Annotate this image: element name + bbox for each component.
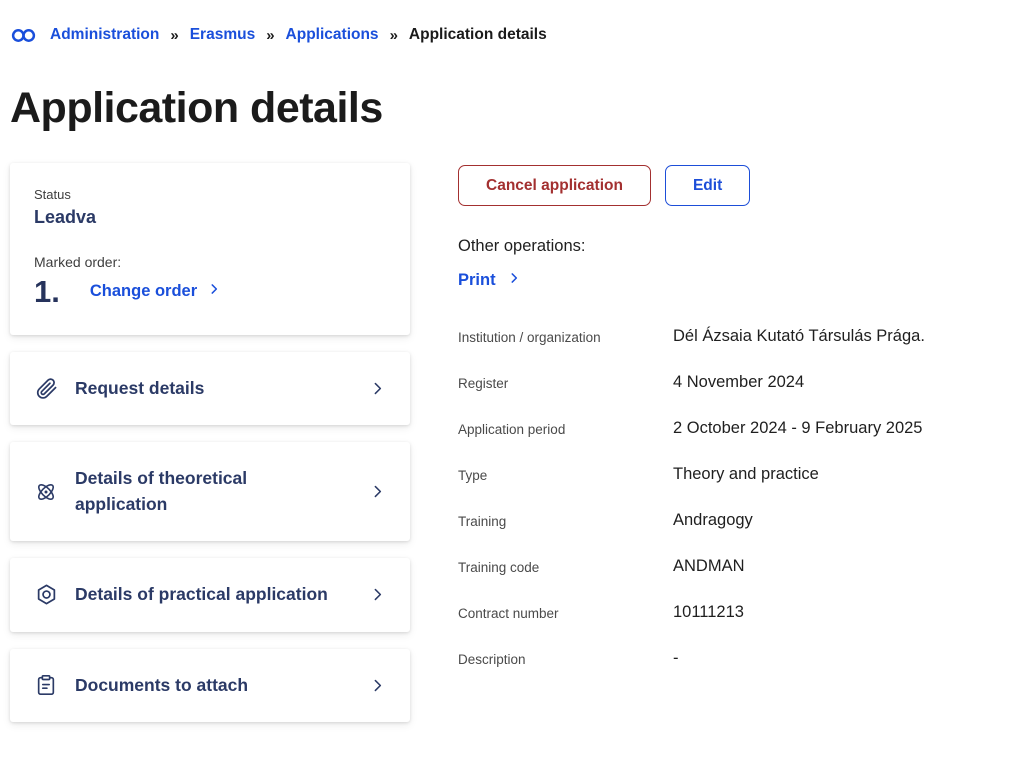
change-order-label: Change order <box>90 282 197 301</box>
detail-value: ANDMAN <box>673 557 745 576</box>
detail-row: Institution / organization Dél Ázsaia Ku… <box>458 327 1013 346</box>
chevron-right-icon <box>369 586 386 603</box>
marked-order-label: Marked order: <box>34 254 386 270</box>
detail-label: Institution / organization <box>458 327 673 345</box>
hexagon-nut-icon <box>34 583 58 607</box>
infinity-icon <box>10 27 37 44</box>
detail-value: - <box>673 649 679 668</box>
detail-value: Dél Ázsaia Kutató Társulás Prága. <box>673 327 925 346</box>
breadcrumb-separator: » <box>266 27 274 44</box>
detail-value: Theory and practice <box>673 465 819 484</box>
breadcrumb-current-application-details: Application details <box>409 26 547 44</box>
atom-icon <box>34 480 58 504</box>
action-buttons: Cancel application Edit <box>458 165 1013 206</box>
detail-value: 2 October 2024 - 9 February 2025 <box>673 419 922 438</box>
print-label: Print <box>458 271 496 290</box>
nav-card-label: Documents to attach <box>75 673 369 698</box>
nav-card-details-of-practical-application[interactable]: Details of practical application <box>10 558 410 631</box>
chevron-right-icon <box>207 282 221 301</box>
nav-card-list: Request details Details of theoretical a… <box>10 352 410 722</box>
detail-value: 4 November 2024 <box>673 373 804 392</box>
chevron-right-icon <box>369 677 386 694</box>
content: Status Leadva Marked order: 1. Change or… <box>10 163 1013 739</box>
detail-row: Training Andragogy <box>458 511 1013 530</box>
detail-label: Contract number <box>458 603 673 621</box>
left-column: Status Leadva Marked order: 1. Change or… <box>10 163 410 739</box>
breadcrumb-link-erasmus[interactable]: Erasmus <box>190 26 255 44</box>
page-title: Application details <box>10 84 1013 133</box>
marked-order-value: 1. <box>34 276 60 307</box>
detail-row: Type Theory and practice <box>458 465 1013 484</box>
details-list: Institution / organization Dél Ázsaia Ku… <box>458 327 1013 668</box>
detail-label: Application period <box>458 419 673 437</box>
status-label: Status <box>34 187 386 202</box>
status-card: Status Leadva Marked order: 1. Change or… <box>10 163 410 335</box>
breadcrumb: Administration » Erasmus » Applications » Appl… <box>10 26 1013 44</box>
detail-row: Register 4 November 2024 <box>458 373 1013 392</box>
detail-row: Training code ANDMAN <box>458 557 1013 576</box>
page: Administration » Erasmus » Applications » Appl… <box>0 0 1023 739</box>
chevron-right-icon <box>369 380 386 397</box>
print-link[interactable]: Print <box>458 271 521 290</box>
detail-row: Contract number 10111213 <box>458 603 1013 622</box>
detail-label: Training <box>458 511 673 529</box>
nav-card-documents-to-attach[interactable]: Documents to attach <box>10 649 410 722</box>
cancel-application-button[interactable]: Cancel application <box>458 165 651 206</box>
chevron-right-icon <box>507 271 521 290</box>
status-value: Leadva <box>34 207 386 228</box>
detail-label: Description <box>458 649 673 667</box>
detail-row: Application period 2 October 2024 - 9 Fe… <box>458 419 1013 438</box>
change-order-link[interactable]: Change order <box>90 282 221 301</box>
breadcrumb-link-administration[interactable]: Administration <box>50 26 159 44</box>
detail-label: Type <box>458 465 673 483</box>
right-column: Cancel application Edit Other operations… <box>458 163 1013 695</box>
nav-card-request-details[interactable]: Request details <box>10 352 410 425</box>
nav-card-label: Details of theoretical application <box>75 466 369 517</box>
breadcrumb-separator: » <box>170 27 178 44</box>
paperclip-icon <box>34 377 58 401</box>
nav-card-details-of-theoretical-application[interactable]: Details of theoretical application <box>10 442 410 541</box>
nav-card-label: Request details <box>75 376 369 401</box>
marked-order-row: 1. Change order <box>34 276 386 307</box>
detail-value: Andragogy <box>673 511 753 530</box>
other-operations-label: Other operations: <box>458 237 1013 256</box>
detail-row: Description - <box>458 649 1013 668</box>
detail-label: Register <box>458 373 673 391</box>
detail-value: 10111213 <box>673 603 744 622</box>
detail-label: Training code <box>458 557 673 575</box>
chevron-right-icon <box>369 483 386 500</box>
breadcrumb-separator: » <box>390 27 398 44</box>
nav-card-label: Details of practical application <box>75 582 369 607</box>
clipboard-icon <box>34 673 58 697</box>
breadcrumb-link-applications[interactable]: Applications <box>286 26 379 44</box>
edit-button[interactable]: Edit <box>665 165 750 206</box>
